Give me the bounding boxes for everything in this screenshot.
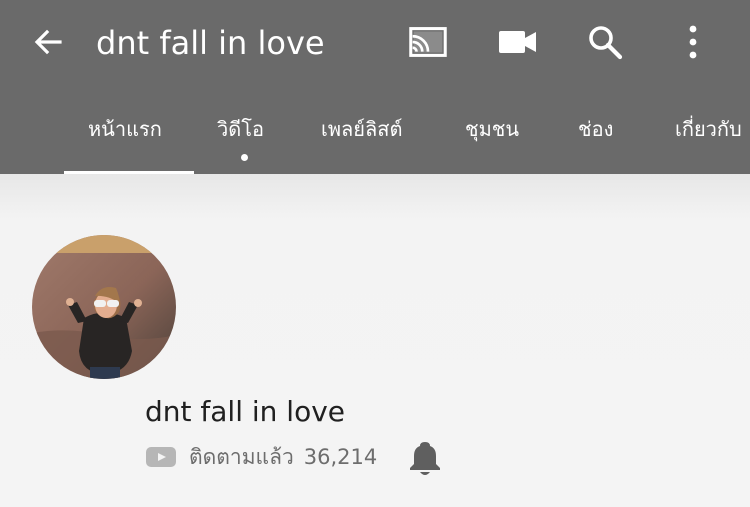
channel-tabs: หน้าแรก วิดีโอ เพลย์ลิสต์ ชุมชน ช่อง เกี… [0, 100, 750, 174]
bell-icon [410, 442, 440, 475]
video-camera-icon [499, 31, 536, 53]
subscriber-count: 36,214 [303, 445, 378, 469]
subscription-row: ติดตามแล้ว 36,214 [145, 440, 377, 474]
search-button[interactable] [583, 20, 627, 64]
top-toolbar: dnt fall in love [0, 0, 750, 86]
back-arrow-icon [34, 29, 62, 55]
channel-header: dnt fall in love ติดตามแล้ว 36,214 [0, 174, 750, 507]
cast-button[interactable] [406, 20, 450, 64]
upload-video-button[interactable] [496, 20, 540, 64]
subscribed-label: ติดตามแล้ว [189, 444, 294, 469]
more-options-button[interactable] [671, 20, 715, 64]
youtube-small-icon [146, 447, 176, 467]
tab-about[interactable]: เกี่ยวกับ [675, 114, 742, 144]
app-bar: dnt fall in love หน้าแรก วิดีโอ เพลย์ลิส… [0, 0, 750, 174]
tab-home[interactable]: หน้าแรก [88, 114, 162, 144]
tab-community[interactable]: ชุมชน [465, 114, 519, 144]
cast-icon [409, 27, 447, 57]
new-content-dot [241, 154, 248, 161]
tab-videos[interactable]: วิดีโอ [217, 114, 264, 144]
channel-name: dnt fall in love [145, 395, 346, 428]
tab-playlists[interactable]: เพลย์ลิสต์ [321, 114, 402, 144]
avatar[interactable] [32, 235, 176, 379]
tab-channels[interactable]: ช่อง [578, 114, 613, 144]
avatar-image [32, 235, 176, 379]
more-vertical-icon [689, 25, 697, 59]
page-title: dnt fall in love [96, 24, 325, 62]
notifications-button[interactable] [403, 436, 447, 480]
back-button[interactable] [26, 20, 70, 64]
search-icon [589, 26, 623, 60]
